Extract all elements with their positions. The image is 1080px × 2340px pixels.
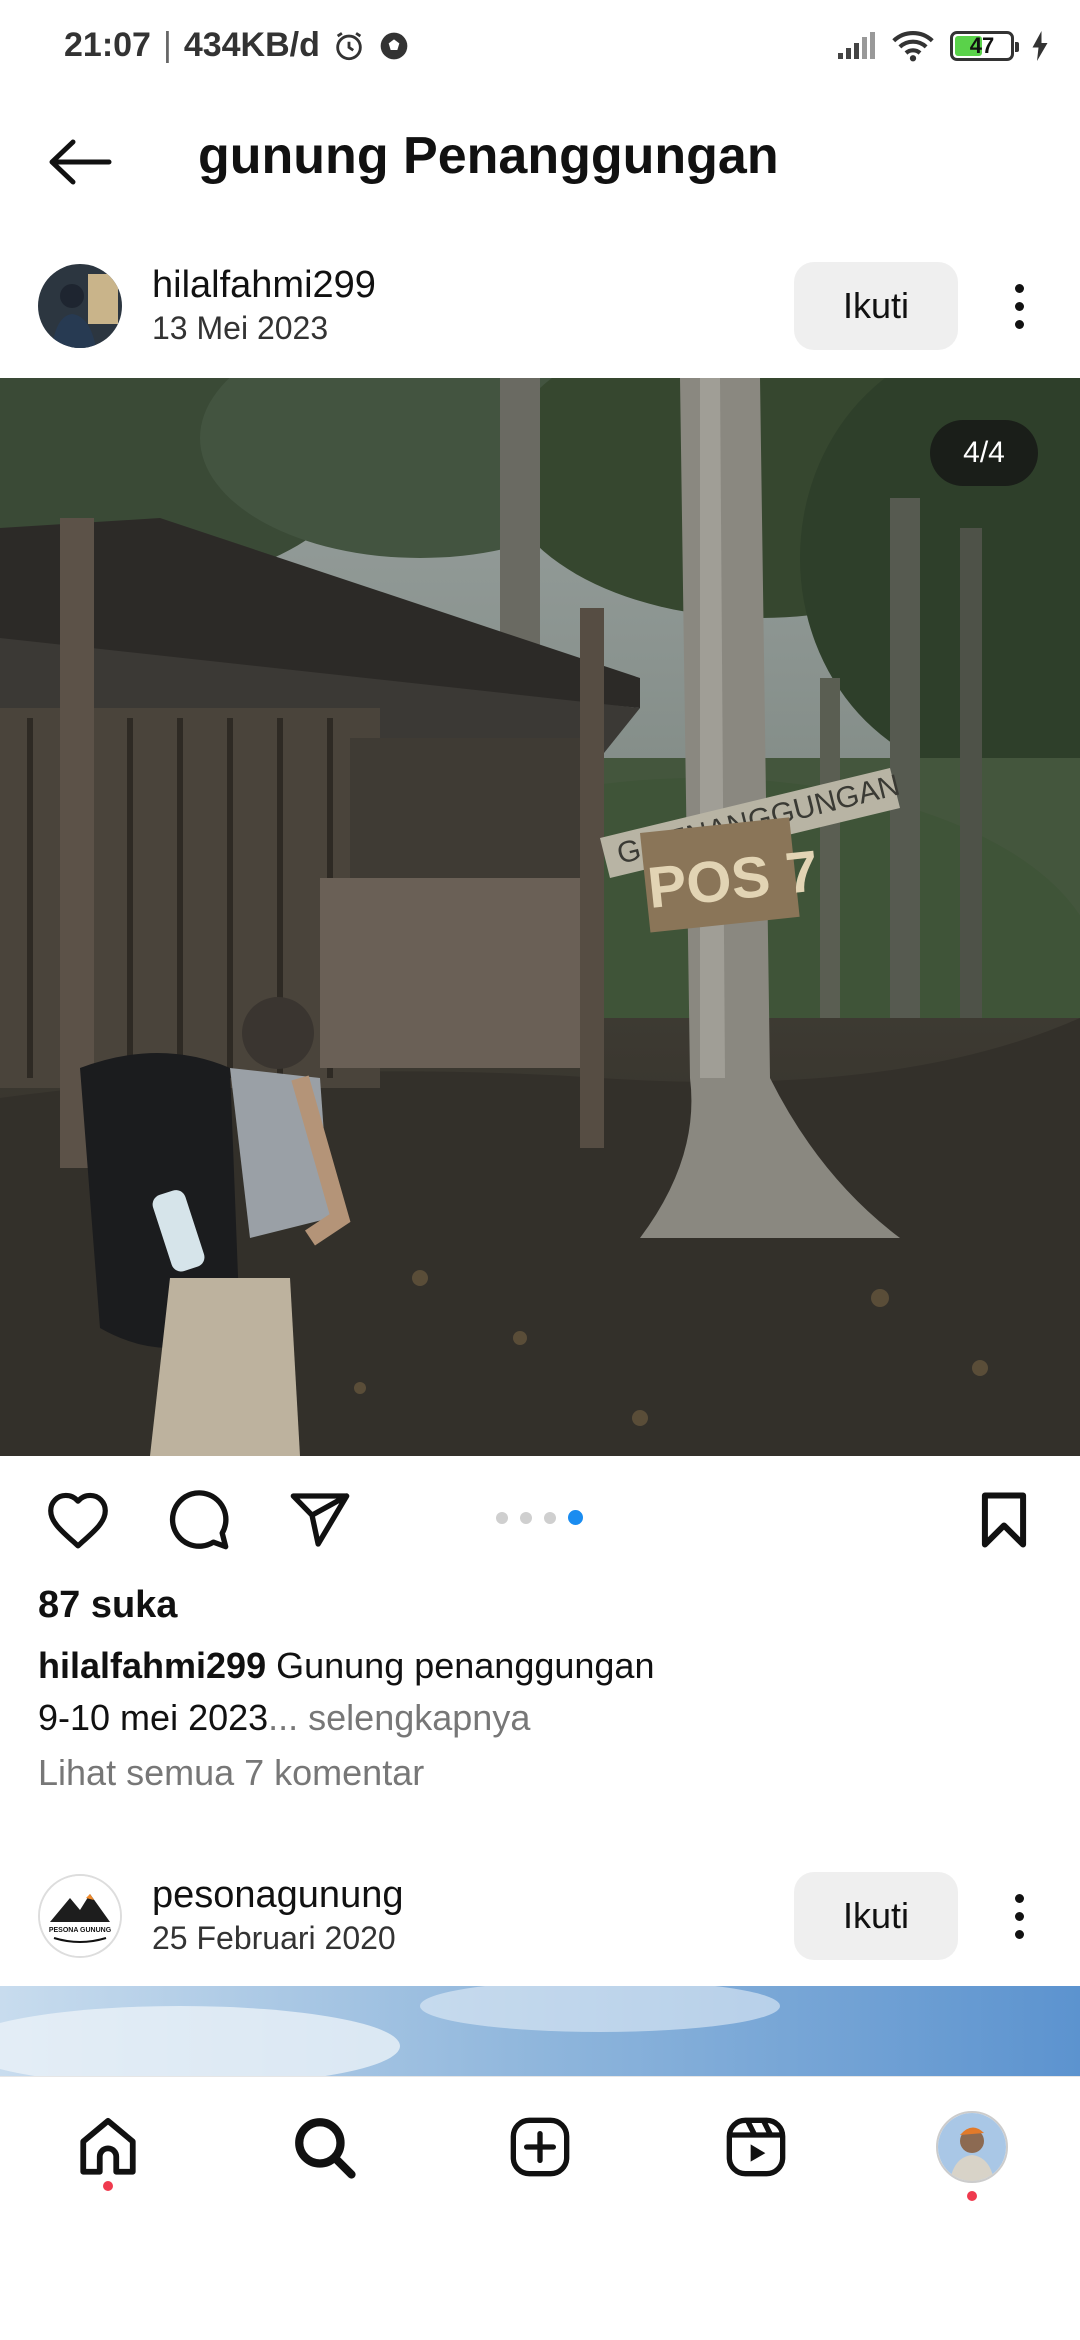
like-button[interactable] xyxy=(40,1482,116,1558)
share-button[interactable] xyxy=(282,1482,358,1558)
nav-profile[interactable] xyxy=(932,2107,1012,2187)
nav-home[interactable] xyxy=(68,2107,148,2187)
more-dots-icon xyxy=(1014,283,1024,293)
bookmark-icon xyxy=(981,1492,1027,1548)
post2-more-button[interactable] xyxy=(999,1876,1039,1956)
caption-more-link[interactable]: ... selengkapnya xyxy=(268,1697,530,1738)
carousel-dot xyxy=(520,1511,532,1524)
post1-avatar[interactable] xyxy=(38,264,122,348)
back-arrow-icon xyxy=(49,139,112,185)
back-button[interactable] xyxy=(40,122,120,202)
carousel-dot-active xyxy=(568,1510,583,1525)
page-title: gunung Penanggungan xyxy=(198,127,779,185)
nav-create[interactable] xyxy=(500,2107,580,2187)
bottom-nav xyxy=(0,2076,1080,2217)
likes-count[interactable]: 87 suka xyxy=(38,1584,177,1627)
send-icon xyxy=(290,1493,350,1547)
view-comments-link[interactable]: Lihat semua 7 komentar xyxy=(38,1752,424,1794)
carousel-dot xyxy=(496,1511,508,1524)
post1-username[interactable]: hilalfahmi299 xyxy=(152,264,376,307)
more-dots-icon xyxy=(1014,1893,1024,1903)
status-right: 47 xyxy=(836,30,1050,62)
create-icon xyxy=(510,2117,570,2177)
status-time: 21:07 xyxy=(64,26,151,64)
post2-follow-button[interactable]: Ikuti xyxy=(794,1872,958,1960)
nav-reels[interactable] xyxy=(716,2107,796,2187)
save-button[interactable] xyxy=(966,1482,1042,1558)
signal-icon xyxy=(838,32,875,59)
carousel-counter: 4/4 xyxy=(930,420,1038,486)
caption-line1: Gunung penanggungan xyxy=(276,1645,655,1686)
reels-icon xyxy=(726,2117,786,2177)
nav-search[interactable] xyxy=(284,2107,364,2187)
heart-icon xyxy=(48,1492,108,1549)
wifi-icon xyxy=(892,30,934,62)
post2-avatar-text: PESONA GUNUNG xyxy=(49,1927,112,1934)
battery-level: 47 xyxy=(969,33,995,58)
search-icon xyxy=(295,2118,356,2179)
post1-more-button[interactable] xyxy=(999,266,1039,346)
home-notification-dot xyxy=(103,2181,113,2191)
home-icon xyxy=(80,2117,136,2175)
profile-notification-dot xyxy=(967,2191,977,2201)
charging-icon xyxy=(1032,31,1048,61)
post1-photo[interactable]: G.PENANGGUNGAN POS 7 xyxy=(0,378,1080,1456)
post2-photo[interactable] xyxy=(0,1986,1080,2076)
post1-caption: hilalfahmi299 Gunung penanggungan 9-10 m… xyxy=(38,1640,1038,1744)
soccer-ball-icon xyxy=(380,32,408,59)
post2-date: 25 Februari 2020 xyxy=(152,1920,396,1956)
post2-username[interactable]: pesonagunung xyxy=(152,1874,403,1917)
battery-icon: 47 xyxy=(950,31,1019,61)
network-speed: 434KB/d xyxy=(183,26,320,64)
alarm-icon xyxy=(336,31,362,60)
carousel-indicator xyxy=(496,1510,583,1525)
comment-button[interactable] xyxy=(161,1482,237,1558)
post1-follow-button[interactable]: Ikuti xyxy=(794,262,958,350)
profile-avatar xyxy=(936,2111,1008,2183)
caption-line2: 9-10 mei 2023 xyxy=(38,1697,269,1738)
carousel-dot xyxy=(544,1511,556,1524)
status-bar: 21:07 | 434KB/d 47 xyxy=(0,0,1080,100)
comment-icon xyxy=(169,1490,229,1550)
post2-avatar[interactable]: PESONA GUNUNG xyxy=(38,1874,122,1958)
status-left: 21:07 | 434KB/d xyxy=(64,26,410,65)
caption-username[interactable]: hilalfahmi299 xyxy=(38,1645,266,1686)
post1-date: 13 Mei 2023 xyxy=(152,310,329,346)
